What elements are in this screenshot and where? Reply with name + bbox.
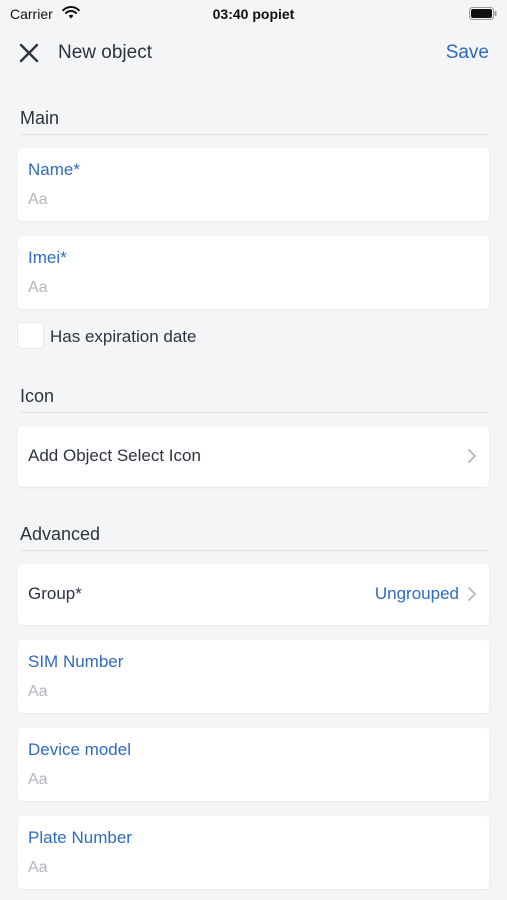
section-title-main: Main: [20, 108, 60, 128]
section-divider: [20, 412, 489, 413]
close-icon[interactable]: [18, 42, 40, 64]
has-expiration-checkbox[interactable]: [18, 323, 43, 348]
group-value: Ungrouped: [374, 584, 459, 603]
plate-number-field-label: Plate Number: [28, 828, 132, 847]
imei-input[interactable]: [28, 276, 468, 300]
device-model-field-label: Device model: [28, 740, 131, 759]
chevron-right-icon: [468, 449, 476, 463]
add-icon-label: Add Object Select Icon: [28, 446, 201, 465]
sim-number-field-label: SIM Number: [28, 652, 124, 671]
imei-field-label: Imei*: [28, 248, 67, 267]
nav-bar: New object Save: [0, 28, 507, 78]
name-field-label: Name*: [28, 160, 80, 179]
has-expiration-row[interactable]: Has expiration date: [18, 322, 318, 350]
battery-icon: [469, 7, 497, 20]
status-time: 03:40 popiet: [212, 6, 295, 22]
group-row[interactable]: Group* Ungrouped: [18, 564, 489, 625]
page-title: New object: [58, 42, 152, 63]
chevron-right-icon: [468, 587, 476, 601]
sim-number-input[interactable]: [28, 680, 468, 704]
sim-number-field-card: SIM Number: [18, 640, 489, 713]
save-button[interactable]: Save: [446, 42, 489, 64]
group-label: Group*: [28, 584, 82, 603]
status-bar: Carrier 03:40 popiet: [0, 0, 507, 28]
section-divider: [20, 550, 489, 551]
name-input[interactable]: [28, 188, 468, 212]
section-divider: [20, 134, 489, 135]
plate-number-field-card: Plate Number: [18, 816, 489, 889]
has-expiration-label: Has expiration date: [50, 327, 197, 346]
section-title-icon: Icon: [20, 386, 55, 406]
plate-number-input[interactable]: [28, 856, 468, 880]
name-field-card: Name*: [18, 148, 489, 221]
section-title-advanced: Advanced: [20, 524, 101, 544]
imei-field-card: Imei*: [18, 236, 489, 309]
add-icon-row[interactable]: Add Object Select Icon: [18, 426, 489, 487]
device-model-input[interactable]: [28, 768, 468, 792]
device-model-field-card: Device model: [18, 728, 489, 801]
